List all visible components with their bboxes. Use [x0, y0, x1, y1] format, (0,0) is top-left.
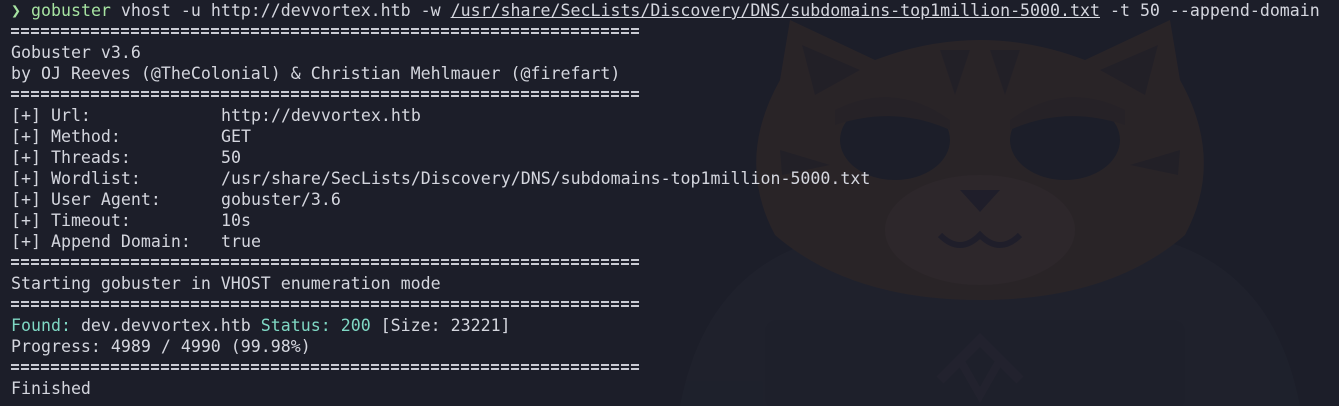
wordlist-path-link[interactable]: /usr/share/SecLists/Discovery/DNS/subdom… — [451, 1, 1100, 20]
config-key: [+] Url: — [11, 106, 91, 125]
config-value: true — [221, 232, 261, 251]
command-flags: -t 50 --append-domain — [1099, 1, 1320, 20]
terminal-output: ❯ gobuster vhost -u http://devvortex.htb… — [0, 0, 1339, 406]
found-result: Found: dev.devvortex.htb Status: 200 [Si… — [11, 315, 1339, 336]
status-code: 200 — [330, 316, 371, 335]
result-size: [Size: 23221] — [370, 316, 511, 335]
config-row-append-domain: [+] Append Domain: true — [11, 231, 1339, 252]
prompt-symbol: ❯ — [11, 1, 21, 20]
command-program: gobuster — [31, 1, 111, 20]
separator — [11, 294, 1339, 315]
config-key: [+] Method: — [11, 127, 121, 146]
separator — [11, 357, 1339, 378]
banner-version: Gobuster v3.6 — [11, 43, 141, 62]
config-value: 50 — [221, 148, 241, 167]
config-key: [+] Threads: — [11, 148, 131, 167]
config-value: /usr/share/SecLists/Discovery/DNS/subdom… — [221, 169, 871, 188]
finish-message: Finished — [11, 379, 91, 398]
config-value: gobuster/3.6 — [221, 190, 341, 209]
config-value: 10s — [221, 211, 251, 230]
start-message: Starting gobuster in VHOST enumeration m… — [11, 274, 441, 293]
status-label: Status: — [260, 316, 331, 335]
config-key: [+] Append Domain: — [11, 232, 191, 251]
config-key: [+] User Agent: — [11, 190, 161, 209]
separator — [11, 399, 1339, 406]
config-value: GET — [221, 127, 251, 146]
command-line: ❯ gobuster vhost -u http://devvortex.htb… — [11, 0, 1339, 21]
separator — [11, 21, 1339, 42]
config-row-url: [+] Url: http://devvortex.htb — [11, 105, 1339, 126]
config-value: http://devvortex.htb — [221, 106, 421, 125]
config-key: [+] Timeout: — [11, 211, 131, 230]
separator — [11, 84, 1339, 105]
progress-line: Progress: 4989 / 4990 (99.98%) — [11, 337, 311, 356]
config-row-method: [+] Method: GET — [11, 126, 1339, 147]
found-host: dev.devvortex.htb — [70, 316, 261, 335]
terminal-window[interactable]: ❯ gobuster vhost -u http://devvortex.htb… — [0, 0, 1339, 406]
config-row-threads: [+] Threads: 50 — [11, 147, 1339, 168]
config-row-user-agent: [+] User Agent: gobuster/3.6 — [11, 189, 1339, 210]
config-key: [+] Wordlist: — [11, 169, 141, 188]
command-args: vhost -u http://devvortex.htb -w — [110, 1, 451, 20]
config-row-timeout: [+] Timeout: 10s — [11, 210, 1339, 231]
separator — [11, 252, 1339, 273]
found-label: Found: — [11, 316, 71, 335]
config-row-wordlist: [+] Wordlist: /usr/share/SecLists/Discove… — [11, 168, 1339, 189]
banner-authors: by OJ Reeves (@TheColonial) & Christian … — [11, 64, 621, 83]
